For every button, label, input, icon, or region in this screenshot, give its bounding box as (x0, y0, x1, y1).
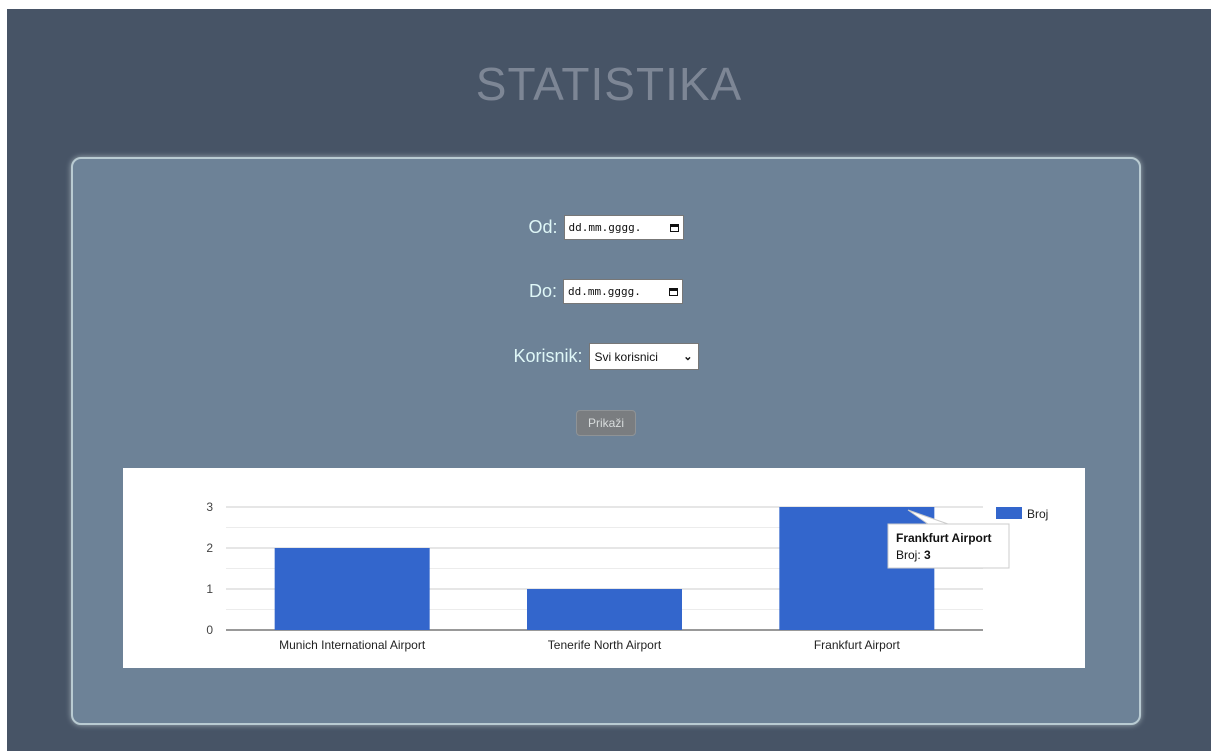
submit-row: Prikaži (73, 410, 1139, 436)
from-date-placeholder: dd.mm.gggg. (568, 221, 642, 234)
user-select-value: Svi korisnici (594, 349, 658, 364)
to-label: Do: (528, 281, 557, 301)
bar (527, 589, 682, 630)
page: STATISTIKA Od: dd.mm.gggg. Do: dd.mm.ggg… (7, 9, 1211, 751)
x-tick-label: Munich International Airport (279, 638, 426, 652)
user-select[interactable]: Svi korisnici ⌄ (588, 343, 699, 370)
to-row: Do: dd.mm.gggg. (73, 279, 1139, 304)
tooltip-value: 3 (924, 548, 931, 562)
legend-label: Broj (1027, 507, 1048, 521)
from-label: Od: (528, 217, 558, 237)
y-tick-label: 2 (206, 541, 213, 555)
chevron-down-icon: ⌄ (683, 351, 693, 363)
to-date-input[interactable]: dd.mm.gggg. (563, 279, 683, 304)
calendar-icon[interactable] (669, 223, 679, 232)
bar-chart: 0 1 2 3 Munich International Airport Tenerife… (206, 500, 1048, 652)
user-row: Korisnik: Svi korisnici ⌄ (73, 343, 1139, 370)
x-tick-label: Frankfurt Airport (814, 638, 901, 652)
page-title: STATISTIKA (475, 58, 743, 110)
calendar-icon[interactable] (669, 287, 678, 296)
y-tick-label: 3 (206, 500, 213, 514)
bar (274, 548, 430, 630)
to-date-placeholder: dd.mm.gggg. (568, 285, 641, 298)
tooltip-label: Broj: 3 (896, 548, 931, 562)
y-tick-label: 0 (206, 623, 213, 637)
tooltip-title: Frankfurt Airport (896, 531, 992, 545)
user-label: Korisnik: (513, 346, 583, 366)
statistics-panel: Od: dd.mm.gggg. Do: dd.mm.gggg. Korisnik… (71, 157, 1141, 725)
show-button[interactable]: Prikaži (575, 410, 636, 436)
x-tick-label: Tenerife North Airport (548, 638, 662, 652)
chart-container: 0 1 2 3 Munich International Airport Tenerife… (123, 468, 1085, 668)
from-row: Od: dd.mm.gggg. (73, 215, 1139, 240)
from-date-input[interactable]: dd.mm.gggg. (563, 215, 684, 240)
legend-swatch (996, 507, 1022, 519)
y-tick-label: 1 (206, 582, 213, 596)
